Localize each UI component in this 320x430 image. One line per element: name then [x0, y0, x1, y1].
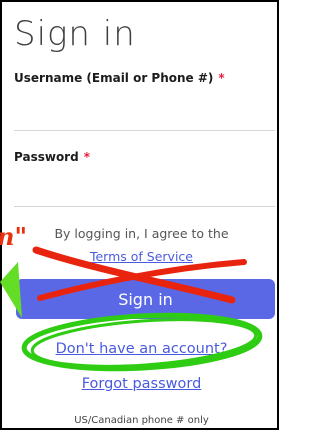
username-field[interactable] — [14, 100, 275, 131]
phone-note: US/Canadian phone # only — [74, 415, 209, 426]
required-mark: * — [83, 150, 90, 164]
forgot-password-link[interactable]: Forgot password — [2, 376, 281, 392]
page-title: Sign in — [14, 14, 136, 54]
username-label: Username (Email or Phone #) * — [14, 71, 225, 85]
create-account-link[interactable]: Don't have an account? — [2, 341, 281, 357]
sign-in-button[interactable]: Sign in — [16, 279, 275, 319]
password-label-text: Password — [14, 150, 79, 164]
password-field[interactable] — [14, 176, 275, 207]
red-annotation-text: n" — [0, 222, 27, 251]
terms-of-service-link[interactable]: Terms of Service — [2, 249, 281, 264]
legal-text: By logging in, I agree to the — [54, 226, 229, 241]
password-label: Password * — [14, 150, 90, 164]
required-mark: * — [218, 71, 225, 85]
signin-card: Sign in Username (Email or Phone #) * Pas… — [0, 0, 279, 430]
username-label-text: Username (Email or Phone #) — [14, 71, 214, 85]
